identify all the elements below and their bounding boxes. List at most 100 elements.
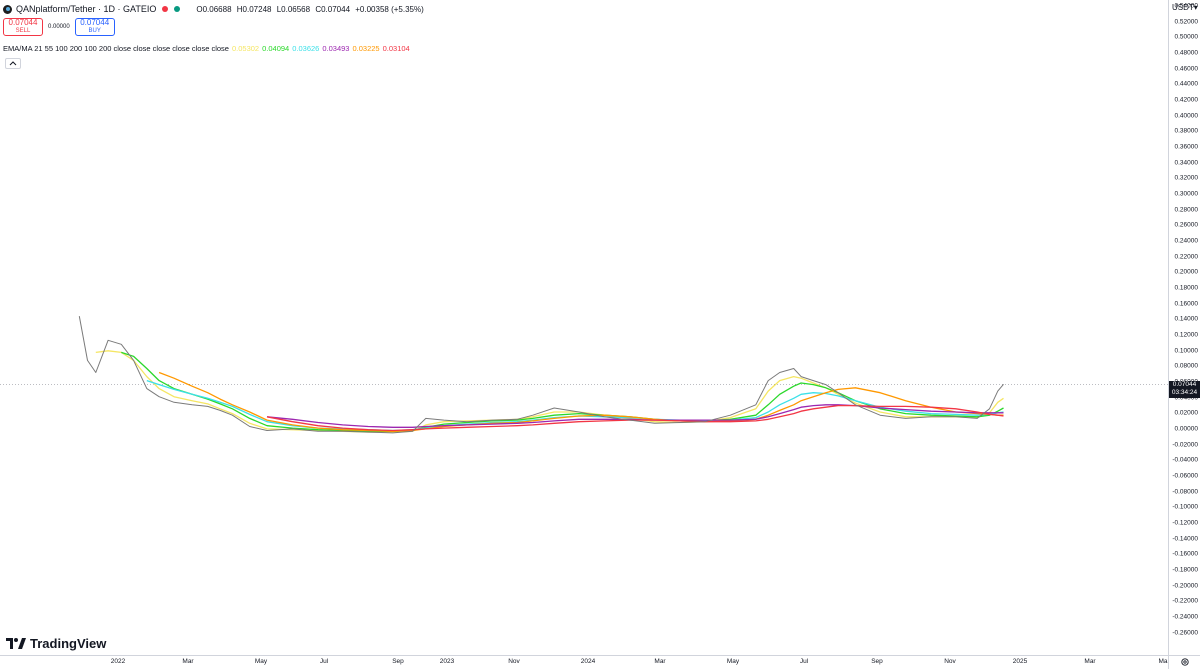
price-axis-label: 0.20000 [1174,268,1199,276]
time-axis[interactable]: 2022 Mar May Jul Sep 2023 Nov 2024 Mar May Jul Sep N… [0,655,1168,669]
time-axis-label: 2025 [1012,658,1028,665]
logo-text: TradingView [30,636,107,651]
ema200-line[interactable] [266,404,1004,428]
time-axis-label: 2022 [110,658,126,665]
ema55-line[interactable] [121,351,1004,432]
time-axis-label: Sep [871,658,883,665]
time-axis-label: Jul [319,658,329,665]
indicator-value: 0.03493 [322,44,350,53]
time-axis-label: 2023 [439,658,455,665]
time-axis-label: May [254,658,268,665]
sell-price: 0.07044 [8,18,38,27]
current-price-tag: 0.07044 03:34:24 [1169,381,1200,398]
price-axis-label: 0.12000 [1174,331,1199,339]
price-axis-label: 0.44000 [1174,80,1199,88]
price-axis[interactable]: 0.54000 0.52000 0.50000 0.48000 0.46000 0.440… [1168,0,1200,655]
price-axis-label: -0.26000 [1172,629,1198,637]
currency-select[interactable]: USDT▾ [1172,3,1198,12]
price-axis-label: 0.16000 [1174,300,1199,308]
market-status-dot-icon [162,6,169,12]
chevron-up-icon[interactable] [5,58,21,69]
tradingview-logo-icon [6,638,26,649]
price-axis-label: -0.24000 [1172,613,1198,621]
price-axis-label: -0.02000 [1172,441,1198,449]
time-axis-label: Nov [508,658,520,665]
price-axis-label: 0.02000 [1174,409,1199,417]
trade-panel: 0.07044 SELL 0.00000 0.07044 BUY [3,18,115,36]
price-axis-label: -0.12000 [1172,519,1198,527]
time-axis-label: Mar [182,658,194,665]
chart-plot[interactable] [0,0,1168,655]
price-axis-label: 0.10000 [1174,347,1199,355]
price-axis-label: -0.22000 [1172,597,1198,605]
ema21-line[interactable] [95,350,1004,433]
price-axis-label: -0.20000 [1172,582,1198,590]
price-axis-label: -0.14000 [1172,535,1198,543]
high-label: H [236,4,243,14]
gear-icon[interactable] [1180,657,1190,667]
price-axis-label: 0.26000 [1174,221,1199,229]
indicator-legend[interactable]: EMA/MA 21 55 100 200 100 200 close close… [3,44,410,53]
price-axis-label: 0.28000 [1174,206,1199,214]
chevron-down-icon: ▾ [1193,3,1198,12]
data-status-dot-icon [174,6,181,12]
price-axis-label: -0.18000 [1172,566,1198,574]
spread-value: 0.00000 [48,24,70,30]
open-label: O [196,4,203,14]
price-axis-label: 0.52000 [1174,18,1199,26]
sell-button[interactable]: 0.07044 SELL [3,18,43,36]
ma100-line[interactable] [158,371,1004,432]
price-axis-label: -0.08000 [1172,488,1198,496]
tradingview-logo[interactable]: TradingView [6,636,106,651]
price-axis-label: 0.18000 [1174,284,1199,292]
time-axis-label: May [726,658,740,665]
price-axis-label: 0.50000 [1174,33,1199,41]
indicator-value: 0.04094 [262,44,290,53]
price-axis-label: 0.30000 [1174,190,1199,198]
buy-price: 0.07044 [80,18,110,27]
ema100-line[interactable] [146,379,1004,432]
price-axis-label: 0.00000 [1174,425,1199,433]
indicator-title[interactable]: EMA/MA 21 55 100 200 100 200 close close… [3,44,229,53]
price-axis-label: 0.08000 [1174,362,1199,370]
price-axis-label: 0.36000 [1174,143,1199,151]
time-axis-label: 2024 [580,658,596,665]
price-axis-label: -0.10000 [1172,503,1198,511]
high-value: 0.07248 [242,4,272,14]
time-axis-label: Mar [1084,658,1096,665]
open-value: 0.06688 [202,4,232,14]
symbol-title[interactable]: QANplatform/Tether · 1D · GATEIO [16,4,156,14]
price-axis-label: -0.16000 [1172,550,1198,558]
price-axis-label: 0.40000 [1174,112,1199,120]
time-axis-label: Ma [1158,658,1168,665]
symbol-header: QANplatform/Tether · 1D · GATEIO O0.0668… [3,3,427,15]
low-value: 0.06568 [281,4,311,14]
price-axis-label: 0.22000 [1174,253,1199,261]
change-value: +0.00358 (+5.35%) [355,4,424,14]
sell-label: SELL [15,28,31,34]
price-axis-label: 0.48000 [1174,49,1199,57]
close-value: 0.07044 [321,4,351,14]
indicator-value: 0.05302 [231,44,260,53]
indicator-value: 0.03626 [292,44,320,53]
price-axis-label: 0.24000 [1174,237,1199,245]
indicator-value: 0.03225 [352,44,380,53]
price-axis-label: 0.14000 [1174,315,1199,323]
indicator-value: 0.03104 [382,44,410,53]
price-axis-label: -0.06000 [1172,472,1198,480]
price-axis-label: 0.32000 [1174,174,1199,182]
price-axis-label: 0.42000 [1174,96,1199,104]
ohlc-values: O0.06688 H0.07248 L0.06568 C0.07044 +0.0… [196,5,426,14]
time-axis-label: Mar [654,658,666,665]
price-axis-label: 0.38000 [1174,127,1199,135]
current-price: 0.07044 [1172,381,1197,388]
time-axis-label: Sep [392,658,404,665]
qan-logo-icon [3,4,12,14]
price-axis-label: 0.34000 [1174,159,1199,167]
buy-label: BUY [88,28,101,34]
time-axis-label: Jul [799,658,809,665]
buy-button[interactable]: 0.07044 BUY [74,18,115,36]
price-axis-label: 0.46000 [1174,65,1199,73]
chart-area[interactable] [0,0,1168,655]
bar-countdown: 03:34:24 [1171,389,1198,396]
